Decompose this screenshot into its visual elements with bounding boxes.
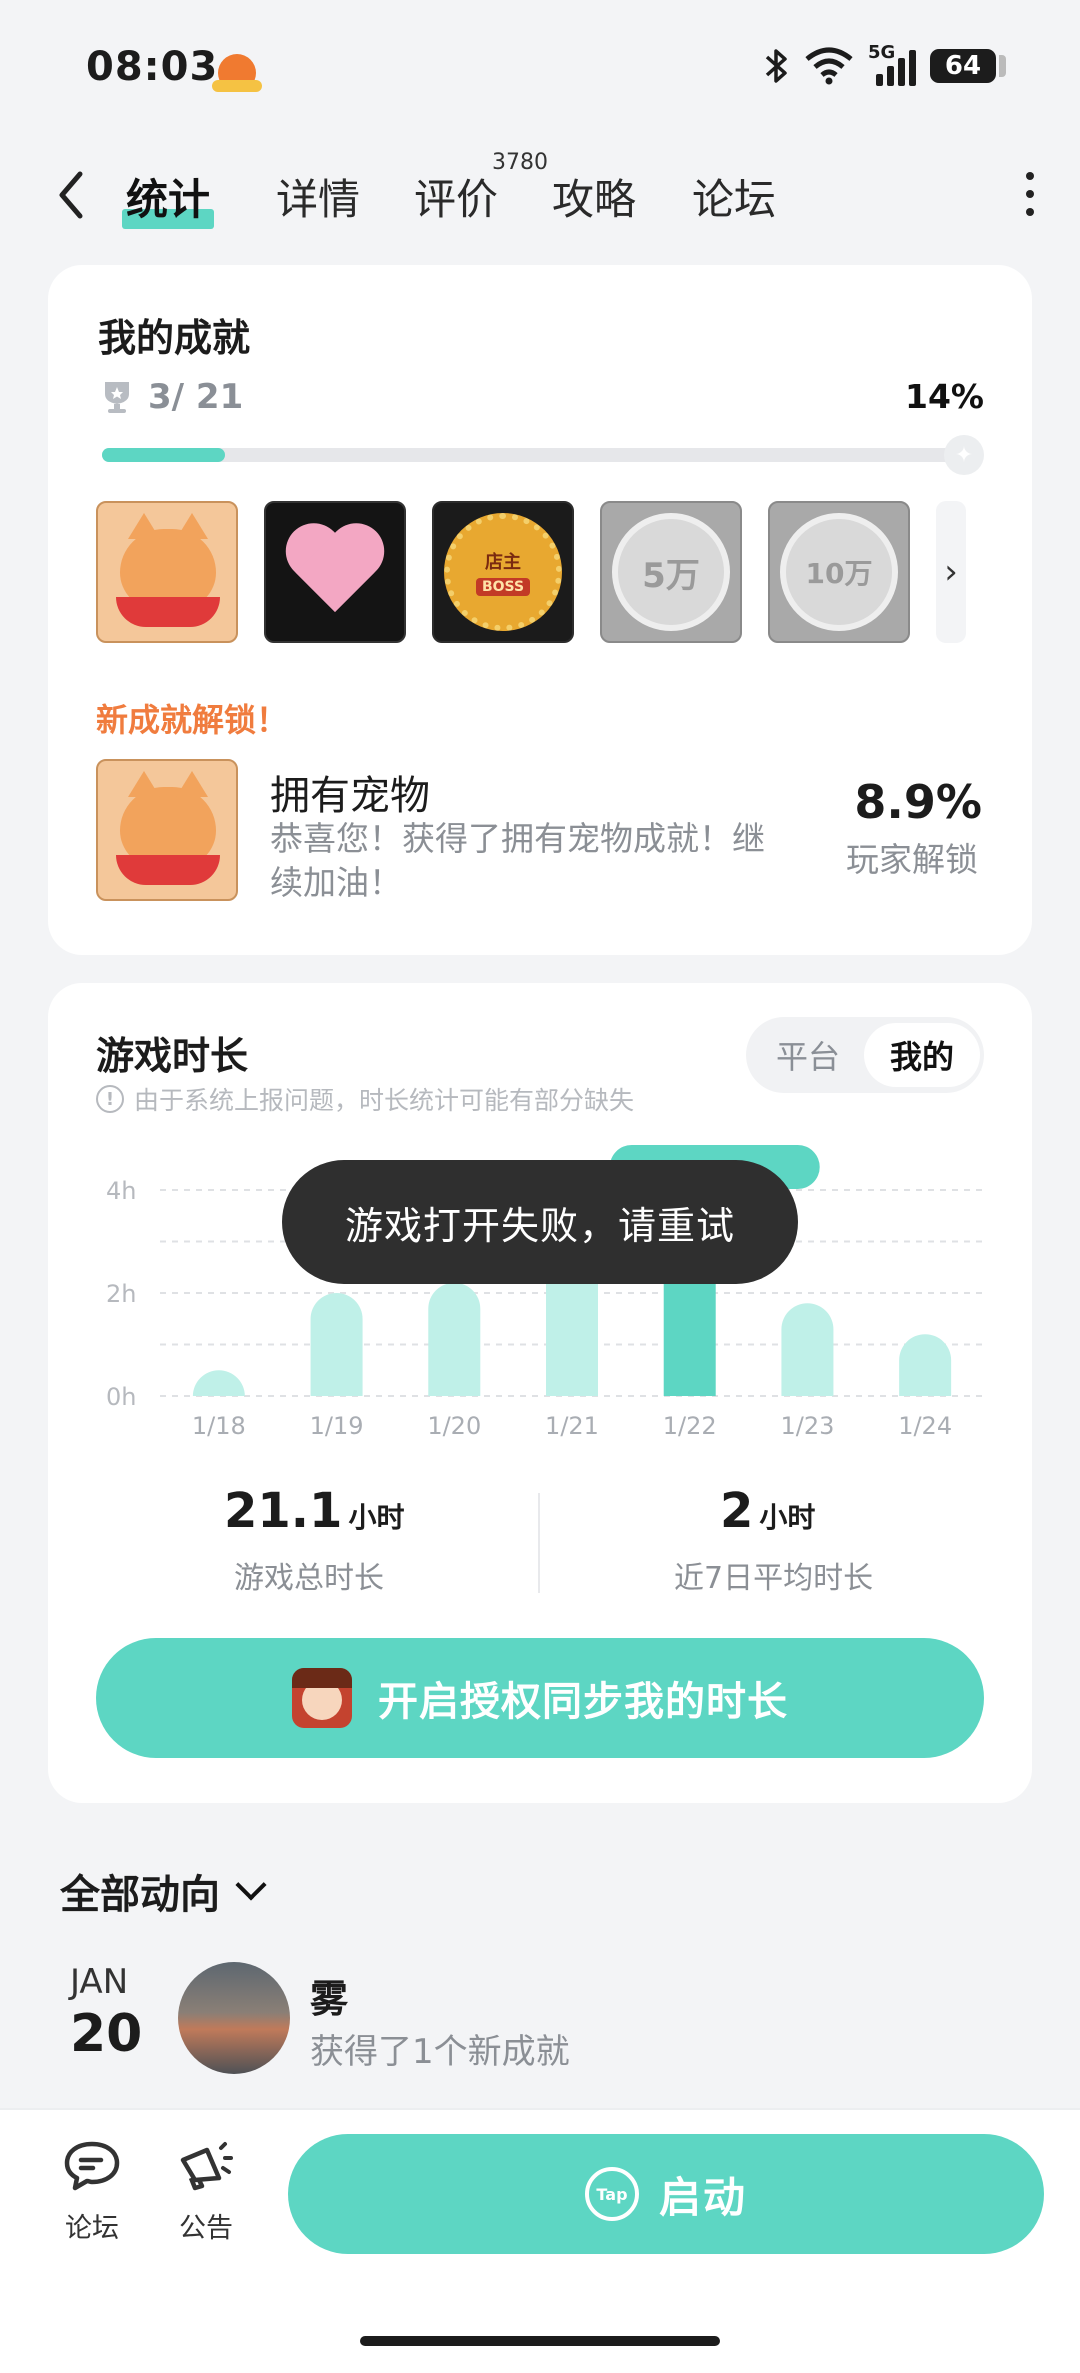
y-tick-label: 0h [106, 1383, 136, 1411]
x-tick-label: 1/20 [427, 1412, 481, 1440]
bar-1/23 [781, 1303, 834, 1396]
bar-1/18 [192, 1370, 245, 1397]
new-achievement-title: 新成就解锁！ [96, 701, 289, 739]
error-toast: 游戏打开失败，请重试 [282, 1160, 798, 1284]
badge-50k-coin[interactable]: 5万 [600, 501, 742, 643]
badge-pet-cat[interactable] [96, 501, 238, 643]
tab-guides[interactable]: 攻略 [552, 166, 636, 227]
chevron-down-icon [235, 1869, 267, 1901]
notice-button[interactable]: 公告 [156, 2140, 256, 2245]
total-playtime-value: 21.1 [224, 1483, 343, 1539]
tab-stats[interactable]: 统计 [121, 166, 215, 229]
status-bar: 08:03 5G 64 [0, 0, 1080, 140]
user-avatar[interactable] [178, 1962, 290, 2074]
tab-forum[interactable]: 论坛 [692, 166, 776, 227]
forum-button[interactable]: 论坛 [42, 2140, 142, 2245]
battery-level: 64 [944, 51, 982, 81]
trophy-icon [105, 382, 129, 413]
avg-playtime-label: 近7日平均时长 [674, 1561, 874, 1596]
back-arrow-icon[interactable] [52, 168, 92, 222]
bar-1/24 [899, 1334, 952, 1396]
review-count-badge: 3780 [492, 150, 548, 175]
x-tick-label: 1/24 [898, 1412, 952, 1440]
new-achievement-rate: 8.9% [854, 775, 982, 829]
activity-username[interactable]: 雾 [310, 1968, 348, 2023]
new-achievement-rate-label: 玩家解锁 [846, 840, 978, 879]
shop-owner-label: 店主 [485, 552, 521, 573]
x-tick-label: 1/22 [663, 1412, 717, 1440]
x-tick-label: 1/23 [780, 1412, 834, 1440]
achievements-title: 我的成就 [98, 316, 251, 360]
tab-details[interactable]: 详情 [276, 166, 360, 227]
launch-label: 启动 [658, 2172, 747, 2222]
sparkle-icon: ✦ [944, 435, 984, 475]
activity-day: 20 [70, 2004, 143, 2064]
avg-playtime: 2 小时 [720, 1483, 815, 1539]
achievement-progress-bar: ✦ [102, 435, 984, 475]
achievement-progress-count: 3/ 21 [148, 377, 244, 417]
megaphone-icon [180, 2142, 233, 2191]
bottom-bar: 论坛 公告 Tap 启动 [0, 2108, 1080, 2373]
badge-shop-owner[interactable]: 店主 BOSS [432, 501, 574, 643]
forum-label: 论坛 [65, 2213, 119, 2244]
app-notification-icon [212, 54, 262, 92]
achievements-card[interactable]: 我的成就 3/ 21 14% ✦ 店主 BOSS 5万 10万 › 新成就解锁！… [48, 265, 1032, 955]
achievement-progress-fill [102, 448, 225, 462]
forum-chat-icon [64, 2141, 120, 2191]
bar-1/19 [310, 1293, 363, 1396]
playtime-card: 游戏时长 平台 我的 ! 由于系统上报问题，时长统计可能有部分缺失 0h 2h 4h… [48, 983, 1032, 1803]
summary-divider [538, 1493, 540, 1593]
home-indicator[interactable] [360, 2336, 720, 2346]
boss-label: BOSS [475, 578, 531, 596]
avg-playtime-unit: 小时 [759, 1501, 816, 1534]
achievement-badges: 店主 BOSS 5万 10万 › [96, 501, 966, 643]
launch-button[interactable]: Tap 启动 [288, 2134, 1044, 2254]
total-playtime-label: 游戏总时长 [234, 1561, 384, 1596]
status-icons: 5G 64 [764, 42, 1006, 86]
tap-logo-icon: Tap [584, 2167, 639, 2221]
battery-icon: 64 [930, 49, 1006, 83]
bar-1/20 [428, 1282, 481, 1396]
activity-filter[interactable]: 全部动向 [60, 1862, 267, 1920]
authorize-sync-label: 开启授权同步我的时长 [378, 1679, 788, 1725]
y-tick-label: 2h [106, 1280, 136, 1308]
coin-50k-label: 5万 [612, 513, 730, 631]
total-playtime: 21.1 小时 [224, 1483, 404, 1539]
new-achievement-desc: 恭喜您！获得了拥有宠物成就！继续加油！ [270, 819, 765, 902]
badge-100k-coin[interactable]: 10万 [768, 501, 910, 643]
x-tick-label: 1/19 [310, 1412, 364, 1440]
x-tick-label: 1/18 [192, 1412, 246, 1440]
badge-couple-heart[interactable] [264, 501, 406, 643]
x-tick-label: 1/21 [545, 1412, 599, 1440]
wifi-icon [805, 47, 853, 85]
bluetooth-icon [765, 49, 787, 83]
activity-desc: 获得了1个新成就 [310, 2032, 570, 2072]
activity-month: JAN [70, 1962, 129, 2002]
y-tick-label: 4h [106, 1177, 136, 1205]
coin-100k-label: 10万 [780, 513, 898, 631]
authorize-sync-button[interactable]: 开启授权同步我的时长 [96, 1638, 984, 1758]
new-achievement-badge [96, 759, 238, 901]
more-options-icon[interactable] [1024, 172, 1036, 218]
avg-playtime-value: 2 [720, 1483, 754, 1539]
top-nav: 统计 详情 评价 3780 攻略 论坛 [0, 150, 1080, 240]
notice-label: 公告 [179, 2213, 233, 2244]
achievement-percent: 14% [905, 377, 984, 416]
game-avatar [292, 1668, 352, 1728]
cellular-signal-icon: 5G [868, 42, 916, 86]
total-playtime-unit: 小时 [348, 1501, 405, 1534]
tab-reviews[interactable]: 评价 [414, 166, 498, 227]
chevron-right-icon[interactable]: › [936, 501, 966, 643]
status-time: 08:03 [86, 44, 219, 90]
new-achievement-name: 拥有宠物 [270, 773, 430, 819]
activity-title: 全部动向 [60, 1872, 220, 1918]
